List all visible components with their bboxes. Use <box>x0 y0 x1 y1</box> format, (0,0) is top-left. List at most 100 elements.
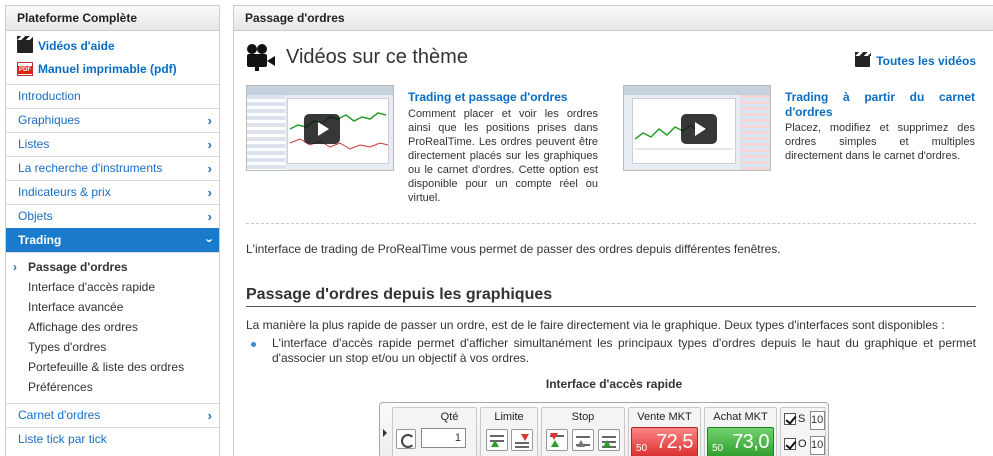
buy-size: 50 <box>712 443 724 454</box>
chevron-right-icon: › <box>207 137 212 152</box>
play-icon[interactable] <box>681 114 717 144</box>
sell-size: 50 <box>636 443 648 454</box>
submenu-item-portefeuille[interactable]: Portefeuille & liste des ordres <box>6 357 219 377</box>
videos-heading: Vidéos sur ce thème <box>247 44 468 71</box>
sidebar-item-label: Objets <box>18 209 53 223</box>
submenu-item-passage-ordres[interactable]: › Passage d'ordres <box>6 257 219 277</box>
video-camera-icon <box>247 44 275 71</box>
sidebar-item-label: Graphiques <box>18 113 81 127</box>
objective-value-input[interactable]: 10 <box>810 436 825 455</box>
all-videos-label: Toutes les vidéos <box>876 54 976 68</box>
chevron-right-icon: › <box>207 408 212 423</box>
video-description: Comment placer et voir les ordres ainsi … <box>408 108 598 204</box>
submenu-item-interface-avancee[interactable]: Interface avancée <box>6 297 219 317</box>
submenu-item-label: Interface d'accès rapide <box>28 280 156 294</box>
video-thumbnail[interactable] <box>246 85 394 171</box>
sidebar-item-label: Carnet d'ordres <box>18 408 101 422</box>
printable-manual-link[interactable]: Manuel imprimable (pdf) <box>6 57 219 80</box>
sidebar-item-tick[interactable]: Liste tick par tick <box>6 427 219 451</box>
sidebar-item-label: La recherche d'instruments <box>18 161 163 175</box>
sidebar-menu: Introduction Graphiques › Listes › La re… <box>6 84 219 451</box>
intro-text: L'interface de trading de ProRealTime vo… <box>246 242 781 256</box>
divider <box>246 223 976 224</box>
submenu-item-label: Interface avancée <box>28 300 124 314</box>
main-content: Passage d'ordres Vidéos sur ce thème Tou… <box>233 5 993 456</box>
stop-sell-button[interactable] <box>572 429 594 451</box>
current-page-arrow-icon: › <box>13 260 17 274</box>
submenu-item-affichage-ordres[interactable]: Affichage des ordres <box>6 317 219 337</box>
clapperboard-icon <box>17 35 33 53</box>
sidebar-item-objets[interactable]: Objets › <box>6 204 219 228</box>
stop-label: Stop <box>571 411 595 423</box>
stop-group: Stop <box>541 407 625 456</box>
help-videos-link[interactable]: Vidéos d'aide <box>6 34 219 57</box>
videos-title: Vidéos sur ce thème <box>286 45 468 68</box>
play-icon[interactable] <box>304 114 340 144</box>
wrench-icon[interactable] <box>396 429 416 449</box>
trading-submenu: › Passage d'ordres Interface d'accès rap… <box>6 252 219 403</box>
buy-group: Achat MKT 50 73,0 <box>704 407 777 456</box>
limit-group: Limite <box>480 407 538 456</box>
submenu-item-types-ordres[interactable]: Types d'ordres <box>6 337 219 357</box>
expand-arrow-icon[interactable] <box>383 429 387 437</box>
chevron-right-icon: › <box>207 161 212 176</box>
sidebar-item-carnet[interactable]: Carnet d'ordres › <box>6 403 219 427</box>
qty-label: Qté <box>440 411 459 423</box>
sidebar-item-label: Listes <box>18 137 50 151</box>
paragraph: La manière la plus rapide de passer un o… <box>246 318 945 332</box>
stop-limit-button[interactable] <box>598 429 620 451</box>
sidebar-item-label: Liste tick par tick <box>18 432 107 446</box>
video-description: Placez, modifiez et supprimez des ordres… <box>785 122 975 162</box>
submenu-item-label: Préférences <box>28 380 93 394</box>
submenu-item-label: Affichage des ordres <box>28 320 138 334</box>
sell-market-button[interactable]: 50 72,5 <box>631 427 698 456</box>
buy-price: 73,0 <box>732 431 769 453</box>
limit-label: Limite <box>494 411 524 423</box>
help-videos-label: Vidéos d'aide <box>38 38 115 53</box>
qty-input[interactable]: 1 <box>421 428 466 448</box>
video-title[interactable]: Trading à partir du carnet d'ordres <box>785 90 975 120</box>
sell-price: 72,5 <box>656 431 693 453</box>
submenu-item-preferences[interactable]: Préférences <box>6 377 219 397</box>
sidebar-item-indicateurs[interactable]: Indicateurs & prix › <box>6 180 219 204</box>
bullet-text: L'interface d'accès rapide permet d'affi… <box>272 336 976 365</box>
sidebar-item-label: Indicateurs & prix <box>18 185 111 199</box>
sidebar-item-introduction[interactable]: Introduction <box>6 84 219 108</box>
limit-buy-button[interactable] <box>486 429 508 451</box>
sidebar: Plateforme Complète Vidéos d'aide Manuel… <box>5 5 220 456</box>
pdf-icon <box>17 61 33 76</box>
clapperboard-icon <box>855 52 872 67</box>
sidebar-item-recherche[interactable]: La recherche d'instruments › <box>6 156 219 180</box>
limit-sell-button[interactable] <box>511 429 533 451</box>
chevron-right-icon: › <box>207 113 212 128</box>
stop-objective-group: S 10 O 10 <box>780 407 826 456</box>
stop-checkbox-label: S <box>798 413 806 425</box>
chevron-down-icon: › <box>202 238 218 243</box>
buy-market-button[interactable]: 50 73,0 <box>707 427 774 456</box>
submenu-item-label: Portefeuille & liste des ordres <box>28 360 185 374</box>
buy-label: Achat MKT <box>713 411 768 423</box>
sidebar-item-trading[interactable]: Trading › <box>6 228 219 252</box>
sidebar-title: Plateforme Complète <box>6 6 219 31</box>
objective-checkbox-label: O <box>798 438 807 450</box>
submenu-item-label: Passage d'ordres <box>28 260 128 274</box>
video-thumbnail[interactable] <box>623 85 771 171</box>
qty-group: Qté 1 <box>392 407 477 456</box>
bullet-icon <box>251 342 256 347</box>
objective-checkbox[interactable] <box>784 438 796 450</box>
stop-checkbox[interactable] <box>784 413 796 425</box>
submenu-item-acces-rapide[interactable]: Interface d'accès rapide <box>6 277 219 297</box>
sidebar-item-graphiques[interactable]: Graphiques › <box>6 108 219 132</box>
sell-group: Vente MKT 50 72,5 <box>628 407 701 456</box>
stop-value-input[interactable]: 10 <box>810 411 825 430</box>
printable-manual-label: Manuel imprimable (pdf) <box>38 61 177 76</box>
stop-buy-button[interactable] <box>546 429 568 451</box>
page-title: Passage d'ordres <box>234 6 993 31</box>
sidebar-item-listes[interactable]: Listes › <box>6 132 219 156</box>
sidebar-item-label: Trading <box>18 233 62 247</box>
quick-trade-toolbar: Qté 1 Limite Stop Vente MKT 50 72,5 Acha… <box>379 402 829 456</box>
video-title[interactable]: Trading et passage d'ordres <box>408 90 598 105</box>
submenu-item-label: Types d'ordres <box>28 340 107 354</box>
sell-label: Vente MKT <box>637 411 692 423</box>
all-videos-link[interactable]: Toutes les vidéos <box>855 52 976 68</box>
